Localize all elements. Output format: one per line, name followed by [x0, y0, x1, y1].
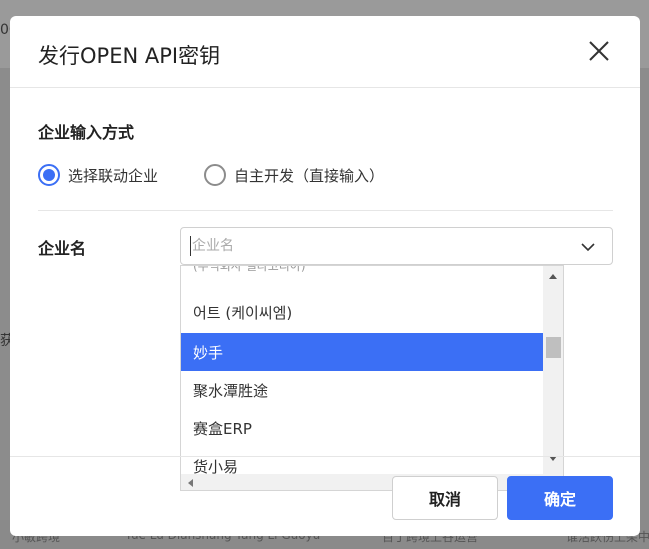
- dropdown-option-selected[interactable]: 妙手: [181, 333, 543, 371]
- close-button[interactable]: [584, 36, 614, 66]
- company-dropdown-list[interactable]: (주식회사 엘타코리아) 어트 (케이씨엠) 妙手 聚水潭胜途 赛盒ERP 货小…: [180, 265, 564, 491]
- dropdown-option-partial[interactable]: (주식회사 엘타코리아): [181, 266, 543, 274]
- radio-checked-icon[interactable]: [38, 164, 60, 186]
- divider: [38, 210, 613, 211]
- company-name-label: 企业名: [38, 239, 87, 258]
- radio-linked-company[interactable]: 选择联动企业: [38, 162, 158, 188]
- vertical-scrollbar[interactable]: [543, 266, 563, 474]
- radio-self-developed[interactable]: 自主开发（直接输入）: [204, 162, 384, 188]
- dialog-title: 发行OPEN API密钥: [38, 44, 221, 68]
- scrollbar-thumb[interactable]: [546, 337, 561, 358]
- scroll-up-icon[interactable]: [549, 274, 557, 279]
- dropdown-option[interactable]: 聚水潭胜途: [181, 371, 543, 409]
- confirm-button[interactable]: 确定: [507, 476, 613, 520]
- dropdown-option[interactable]: 어트 (케이씨엠): [181, 293, 543, 331]
- issue-api-key-dialog: 发行OPEN API密钥 企业输入方式 选择联动企业 自主开发（直接输入） 企业…: [10, 16, 640, 536]
- radio-label: 自主开发（直接输入）: [234, 166, 385, 185]
- input-method-label: 企业输入方式: [38, 123, 135, 142]
- radio-unchecked-icon[interactable]: [204, 164, 226, 186]
- company-name-input[interactable]: [190, 236, 570, 256]
- company-name-select[interactable]: [180, 227, 613, 265]
- close-icon: [589, 41, 609, 61]
- chevron-down-icon[interactable]: [580, 239, 596, 255]
- radio-label: 选择联动企业: [68, 166, 159, 185]
- cancel-button[interactable]: 取消: [392, 476, 498, 520]
- scroll-left-icon[interactable]: [188, 479, 193, 487]
- dropdown-option[interactable]: 赛盒ERP: [181, 409, 543, 447]
- dialog-header: 发行OPEN API密钥: [10, 16, 640, 88]
- footer-divider: [10, 456, 640, 457]
